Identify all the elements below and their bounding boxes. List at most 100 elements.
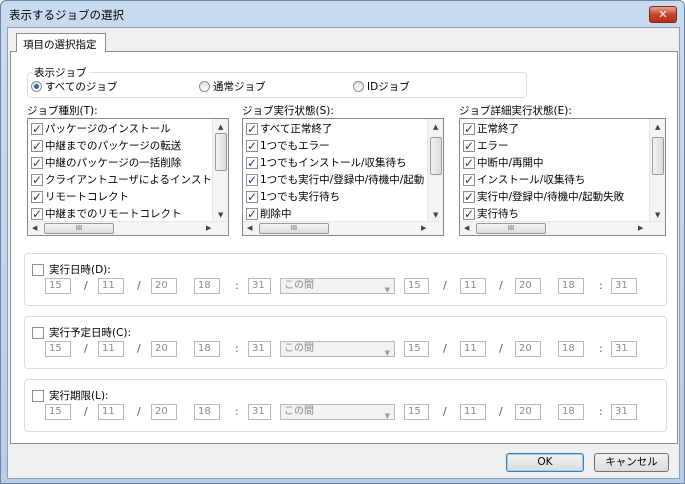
from-field-2[interactable]: 20 — [151, 278, 177, 294]
checkbox-list-0[interactable]: ✓ パッケージのインストール ✓ 中継までのパッケージの転送 ✓ 中継のパッケージの一括削… — [27, 118, 229, 236]
scroll-up-icon[interactable]: ▲ — [218, 123, 223, 131]
range-mode-select[interactable]: この間 ▼ — [280, 404, 395, 420]
to-field-3[interactable]: 18 — [558, 341, 584, 357]
horizontal-scrollbar[interactable]: ◀ III ▶ — [460, 221, 665, 235]
scroll-thumb[interactable] — [215, 133, 227, 171]
checkbox-unchecked-icon[interactable] — [32, 389, 44, 402]
close-button[interactable]: ✕ — [649, 6, 677, 23]
checkbox-checked-icon[interactable]: ✓ — [463, 139, 475, 152]
list-item[interactable]: ✓ 正常終了 — [460, 120, 648, 137]
to-field-4[interactable]: 31 — [611, 278, 637, 294]
scroll-left-icon[interactable]: ◀ — [32, 224, 37, 232]
to-field-1[interactable]: 11 — [460, 404, 486, 420]
list-item[interactable]: ✓クライアントユーザによるインストール — [28, 171, 211, 188]
to-field-1[interactable]: 11 — [460, 341, 486, 357]
checkbox-checked-icon[interactable]: ✓ — [246, 156, 258, 169]
from-field-2[interactable]: 20 — [151, 341, 177, 357]
list-item[interactable]: ✓ パッケージのインストール — [28, 120, 211, 137]
from-field-1[interactable]: 11 — [98, 341, 124, 357]
checkbox-checked-icon[interactable]: ✓ — [463, 190, 475, 203]
from-field-4[interactable]: 31 — [248, 404, 271, 420]
checkbox-checked-icon[interactable]: ✓ — [463, 122, 475, 135]
to-field-2[interactable]: 20 — [515, 278, 541, 294]
scroll-down-icon[interactable]: ▼ — [655, 211, 660, 219]
checkbox-checked-icon[interactable]: ✓ — [246, 122, 258, 135]
list-item[interactable]: ✓ すべて正常終了 — [243, 120, 426, 137]
list-item[interactable]: ✓ 中継までのパッケージの転送 — [28, 137, 211, 154]
checkbox-checked-icon[interactable]: ✓ — [31, 139, 43, 152]
to-field-1[interactable]: 11 — [460, 278, 486, 294]
list-item[interactable]: ✓ リモートコレクト — [28, 188, 211, 205]
scroll-up-icon[interactable]: ▲ — [655, 123, 660, 131]
scroll-thumb[interactable] — [652, 137, 664, 175]
to-field-0[interactable]: 15 — [404, 341, 429, 357]
to-field-2[interactable]: 20 — [515, 341, 541, 357]
scroll-down-icon[interactable]: ▼ — [218, 211, 223, 219]
horizontal-scrollbar[interactable]: ◀ III ▶ — [28, 221, 228, 235]
list-item[interactable]: ✓ エラー — [460, 137, 648, 154]
ok-button[interactable]: OK — [506, 453, 584, 472]
to-field-4[interactable]: 31 — [611, 341, 637, 357]
scroll-thumb[interactable]: III — [44, 223, 114, 234]
date-group-checkbox[interactable]: 実行予定日時(C): — [32, 325, 131, 340]
from-field-1[interactable]: 11 — [98, 278, 124, 294]
date-group-checkbox[interactable]: 実行日時(D): — [32, 262, 111, 277]
list-item[interactable]: ✓ 1つでも実行中/登録中/待機中/起動 — [243, 171, 426, 188]
horizontal-scrollbar[interactable]: ◀ III ▶ — [243, 221, 443, 235]
radio-display-job-0[interactable]: すべてのジョブ — [31, 79, 117, 94]
scroll-right-icon[interactable]: ▶ — [638, 224, 643, 232]
to-field-3[interactable]: 18 — [558, 404, 584, 420]
checkbox-unchecked-icon[interactable] — [32, 326, 44, 339]
checkbox-checked-icon[interactable]: ✓ — [31, 207, 43, 220]
list-item[interactable]: ✓ 1つでもインストール/収集待ち — [243, 154, 426, 171]
from-field-4[interactable]: 31 — [248, 341, 271, 357]
date-group-checkbox[interactable]: 実行期限(L): — [32, 388, 109, 403]
checkbox-checked-icon[interactable]: ✓ — [31, 156, 43, 169]
checkbox-unchecked-icon[interactable] — [32, 263, 44, 276]
scroll-left-icon[interactable]: ◀ — [247, 224, 252, 232]
vertical-scrollbar[interactable]: ▲ ▼ — [212, 119, 228, 223]
list-item[interactable]: ✓ 1つでもエラー — [243, 137, 426, 154]
checkbox-checked-icon[interactable]: ✓ — [31, 122, 43, 135]
list-item[interactable]: ✓ 削除中 — [243, 205, 426, 222]
list-item[interactable]: ✓ 実行待ち — [460, 205, 648, 222]
scroll-thumb[interactable]: III — [476, 223, 546, 234]
scroll-right-icon[interactable]: ▶ — [206, 224, 211, 232]
checkbox-checked-icon[interactable]: ✓ — [246, 173, 258, 186]
from-field-3[interactable]: 18 — [194, 278, 220, 294]
checkbox-checked-icon[interactable]: ✓ — [31, 173, 43, 186]
to-field-3[interactable]: 18 — [558, 278, 584, 294]
checkbox-checked-icon[interactable]: ✓ — [463, 156, 475, 169]
from-field-3[interactable]: 18 — [194, 404, 220, 420]
checkbox-checked-icon[interactable]: ✓ — [31, 190, 43, 203]
vertical-scrollbar[interactable]: ▲ ▼ — [649, 119, 665, 223]
list-item[interactable]: ✓ インストール/収集待ち — [460, 171, 648, 188]
from-field-0[interactable]: 15 — [45, 404, 71, 420]
from-field-3[interactable]: 18 — [194, 341, 220, 357]
checkbox-checked-icon[interactable]: ✓ — [463, 173, 475, 186]
checkbox-checked-icon[interactable]: ✓ — [246, 139, 258, 152]
range-mode-select[interactable]: この間 ▼ — [280, 341, 395, 357]
scroll-right-icon[interactable]: ▶ — [421, 224, 426, 232]
scroll-down-icon[interactable]: ▼ — [433, 211, 438, 219]
list-item[interactable]: ✓ 中継のパッケージの一括削除 — [28, 154, 211, 171]
list-item[interactable]: ✓ 1つでも実行待ち — [243, 188, 426, 205]
to-field-4[interactable]: 31 — [611, 404, 637, 420]
scroll-up-icon[interactable]: ▲ — [433, 123, 438, 131]
scroll-thumb[interactable]: III — [259, 223, 329, 234]
checkbox-checked-icon[interactable]: ✓ — [246, 190, 258, 203]
scroll-thumb[interactable] — [430, 137, 442, 175]
tab-selection[interactable]: 項目の選択指定 — [16, 33, 106, 52]
to-field-0[interactable]: 15 — [404, 404, 429, 420]
from-field-4[interactable]: 31 — [248, 278, 271, 294]
radio-display-job-2[interactable]: IDジョブ — [353, 79, 410, 94]
vertical-scrollbar[interactable]: ▲ ▼ — [427, 119, 443, 223]
checkbox-list-1[interactable]: ✓ すべて正常終了 ✓ 1つでもエラー ✓ 1つでもインストール/収集待ち ✓ 1つでも実行中… — [242, 118, 444, 236]
to-field-2[interactable]: 20 — [515, 404, 541, 420]
scroll-left-icon[interactable]: ◀ — [464, 224, 469, 232]
from-field-1[interactable]: 11 — [98, 404, 124, 420]
to-field-0[interactable]: 15 — [404, 278, 429, 294]
cancel-button[interactable]: キャンセル — [594, 453, 669, 472]
from-field-0[interactable]: 15 — [45, 341, 71, 357]
checkbox-list-2[interactable]: ✓ 正常終了 ✓ エラー ✓ 中断中/再開中 ✓ インストール/収集待ち ✓ 実行中/登録中/待機… — [459, 118, 666, 236]
